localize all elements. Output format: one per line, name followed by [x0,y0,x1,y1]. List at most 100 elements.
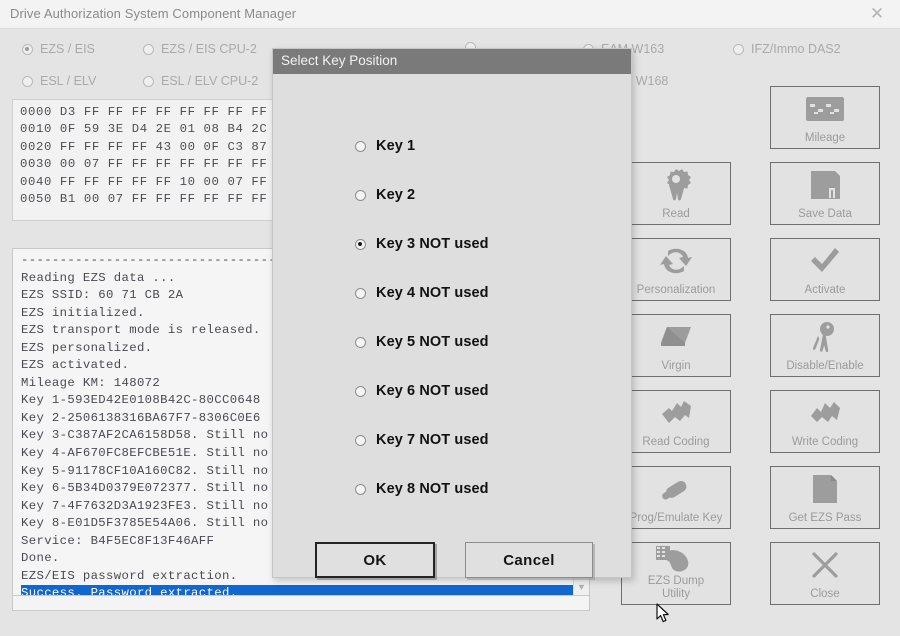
radio-button-icon [355,189,366,201]
key-option-4[interactable]: Key 4 NOT used [355,285,489,301]
x-close-icon [771,543,879,588]
module-radio-ifz-immo-das2[interactable]: IFZ/Immo DAS2 [733,42,841,56]
activate-button[interactable]: Activate [770,238,880,301]
dialog-title: Select Key Position [281,53,398,68]
log-line: EZS initialized. [21,305,145,320]
module-radio-label: ESL / ELV [40,74,97,88]
radio-button-icon [22,43,33,55]
cancel-button[interactable]: Cancel [465,542,593,578]
key-option-6[interactable]: Key 6 NOT used [355,383,489,399]
log-line: Key 4-AF670FC8EFCBE51E. Still no [21,446,269,461]
virgin-button-label: Virgin [661,359,691,372]
chevron-down-icon[interactable]: ▼ [575,580,588,594]
module-radio-esl-elv[interactable]: ESL / ELV [22,74,96,88]
radio-button-icon [355,434,366,446]
key-option-label: Key 3 NOT used [376,236,489,252]
module-radio-label: IFZ/Immo DAS2 [751,42,841,56]
module-radio-esl-elv-cpu-2[interactable]: ESL / ELV CPU-2 [143,74,258,88]
get-ezs-pass-button[interactable]: Get EZS Pass [770,466,880,529]
key-option-2[interactable]: Key 2 [355,187,415,203]
read-coding-button-label: Read Coding [642,435,710,448]
close-button[interactable]: Close [770,542,880,605]
hex-dump-text: 0000 D3 FF FF FF FF FF FF FF FF 0010 0F … [20,105,268,207]
get-ezs-pass-button-label: Get EZS Pass [788,511,862,524]
key-option-label: Key 6 NOT used [376,383,489,399]
ok-button-label: OK [363,551,387,569]
cancel-button-label: Cancel [503,551,555,569]
key-option-7[interactable]: Key 7 NOT used [355,432,489,448]
key-option-label: Key 2 [376,187,416,203]
read-button-label: Read [662,207,690,220]
page-title: Drive Authorization System Component Man… [10,6,297,21]
log-line: EZS SSID: 60 71 CB 2A [21,288,184,303]
log-line: Key 6-5B34D0379E072377. Still no [21,481,269,496]
log-line-selected[interactable]: Success. Password extracted. [21,585,589,595]
module-radio-label: ESL / ELV CPU-2 [161,74,259,88]
read-coding-button[interactable]: Read Coding [621,390,731,453]
write-coding-button[interactable]: Write Coding [770,390,880,453]
keys-icon [771,315,879,360]
log-line: Key 1-593ED42E0108B42C-80CC0648 [21,393,261,408]
close-icon[interactable]: ✕ [862,4,892,24]
personalization-button-label: Personalization [636,283,716,296]
log-line: EZS/EIS password extraction. [21,568,238,583]
read-button[interactable]: Read [621,162,731,225]
mouse-cursor [656,603,669,623]
dump-chip-icon [622,543,730,575]
chip-icon [622,315,730,360]
log-line: EZS personalized. [21,340,153,355]
log-line: Key 8-E01D5F3785E54A06. Still no [21,516,269,531]
disable-enable-button[interactable]: Disable/Enable [770,314,880,377]
key-option-5[interactable]: Key 5 NOT used [355,334,489,350]
floppy-icon [771,163,879,208]
key-option-1[interactable]: Key 1 [355,138,415,154]
save-data-button-label: Save Data [798,207,852,220]
save-data-button[interactable]: Save Data [770,162,880,225]
log-line: Key 7-4F7632D3A1923FE3. Still no [21,498,269,513]
window-titlebar: Drive Authorization System Component Man… [0,0,900,29]
mileage-icon [771,87,879,132]
radio-button-icon [355,287,366,299]
log-line: Key 3-C387AF2CA6158D58. Still no [21,428,269,443]
virgin-button[interactable]: Virgin [621,314,731,377]
document-icon [771,467,879,512]
activate-button-label: Activate [804,283,846,296]
personalization-button[interactable]: Personalization [621,238,731,301]
gear-key-icon [622,163,730,208]
ezs-dump-utility-button[interactable]: EZS Dump Utility [621,542,731,605]
module-radio-ezs-eis[interactable]: EZS / EIS [22,42,95,56]
radio-button-icon [143,75,154,87]
mileage-button-label: Mileage [804,131,846,144]
radio-button-icon [22,75,33,87]
log-line: EZS transport mode is released. [21,323,261,338]
radio-button-icon [355,238,366,250]
ezs-dump-utility-button-label: EZS Dump Utility [647,575,705,600]
radio-button-icon [355,336,366,348]
radio-button-icon [355,385,366,397]
prog-emulate-key-button[interactable]: Prog/Emulate Key [621,466,731,529]
coding-read-icon [622,391,730,436]
module-radio-label: EZS / EIS [40,42,95,56]
key-option-3[interactable]: Key 3 NOT used [355,236,489,252]
mileage-button[interactable]: Mileage [770,86,880,149]
log-line: ----------------------------------- [21,253,292,267]
close-button-label: Close [810,587,840,600]
dialog-body: Key 1 Key 2 Key 3 NOT used Key 4 NOT used Ke… [273,74,669,623]
ok-button[interactable]: OK [315,542,435,578]
module-radio-ezs-eis-cpu-2[interactable]: EZS / EIS CPU-2 [143,42,257,56]
key-fob-icon [622,467,730,512]
radio-button-icon [355,483,366,495]
log-line: EZS activated. [21,358,130,373]
radio-button-icon [143,43,154,55]
refresh-icon [622,239,730,284]
radio-button-icon [355,140,366,152]
log-horizontal-scrollbar[interactable] [12,596,590,611]
key-option-8[interactable]: Key 8 NOT used [355,481,489,497]
key-option-label: Key 1 [376,138,416,154]
key-option-label: Key 5 NOT used [376,334,489,350]
coding-write-icon [771,391,879,436]
checkmark-icon [771,239,879,284]
module-radio-label: EZS / EIS CPU-2 [161,42,257,56]
key-option-label: Key 8 NOT used [376,481,489,497]
log-line: Service: B4F5EC8F13F46AFF [21,533,215,548]
